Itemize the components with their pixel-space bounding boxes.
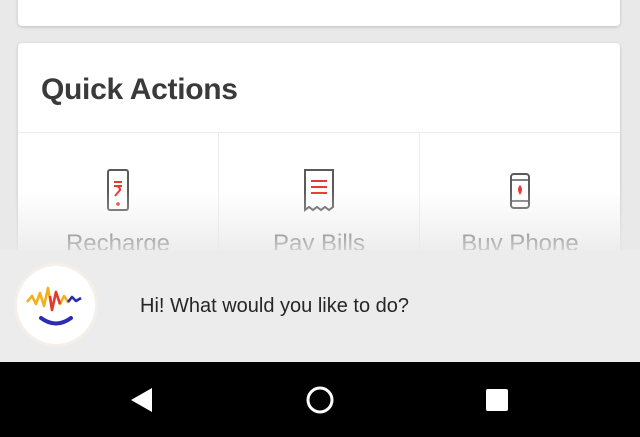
- phone-recharge-icon: [107, 169, 129, 211]
- recents-button[interactable]: [462, 362, 532, 437]
- previous-card: [18, 0, 620, 26]
- assistant-banner[interactable]: Hi! What would you like to do?: [0, 250, 640, 362]
- back-triangle-icon: [131, 387, 152, 412]
- assistant-message: Hi! What would you like to do?: [140, 295, 410, 317]
- home-button[interactable]: [285, 362, 355, 437]
- back-button[interactable]: [106, 362, 176, 437]
- assistant-face-icon: [26, 286, 82, 326]
- assistant-avatar[interactable]: [17, 266, 95, 344]
- mobile-phone-icon: [510, 173, 530, 209]
- navigation-bar: [0, 362, 640, 437]
- recents-square-icon: [486, 388, 508, 411]
- bill-receipt-icon: [304, 169, 334, 212]
- quick-actions-title: Quick Actions: [41, 73, 238, 106]
- home-circle-icon: [306, 386, 334, 413]
